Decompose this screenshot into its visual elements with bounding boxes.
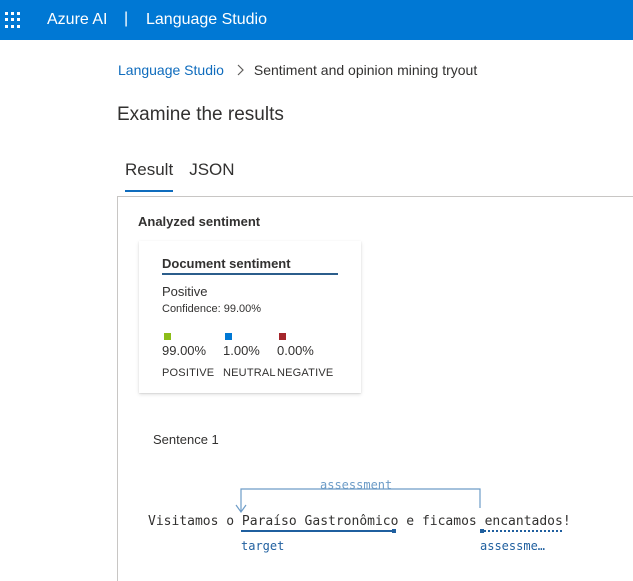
- assessment-label: assessme…: [480, 539, 546, 553]
- breadcrumb: Language Studio Sentiment and opinion mi…: [118, 62, 477, 78]
- target-end-marker: [392, 529, 396, 533]
- assessment-start-marker: [480, 529, 484, 533]
- top-bar: Azure AI | Language Studio: [0, 0, 633, 40]
- assessment-span[interactable]: encantados: [485, 514, 563, 529]
- sentence-after: !: [562, 514, 571, 529]
- header-separator: |: [124, 10, 129, 27]
- target-label: target: [241, 539, 285, 553]
- page-title: Examine the results: [117, 104, 284, 125]
- brand-link[interactable]: Azure AI: [47, 11, 107, 29]
- breadcrumb-home-link[interactable]: Language Studio: [118, 62, 224, 78]
- breadcrumb-current: Sentiment and opinion mining tryout: [253, 62, 478, 78]
- relation-label: assessment: [320, 478, 393, 492]
- sentence-middle: e ficamos: [398, 514, 485, 529]
- waffle-icon[interactable]: [5, 12, 21, 28]
- annotated-sentence: Visitamos o Paraíso Gastronômico e ficam…: [148, 514, 571, 529]
- product-link[interactable]: Language Studio: [146, 11, 267, 29]
- target-span[interactable]: Paraíso Gastronômico: [242, 514, 399, 529]
- sentence-before: Visitamos o: [148, 514, 242, 529]
- result-tabs: Result JSON: [117, 158, 243, 192]
- tab-result[interactable]: Result: [117, 158, 181, 192]
- tab-json[interactable]: JSON: [181, 158, 242, 192]
- chevron-right-icon: [234, 64, 246, 76]
- result-panel: Analyzed sentiment Document sentiment Po…: [117, 196, 633, 581]
